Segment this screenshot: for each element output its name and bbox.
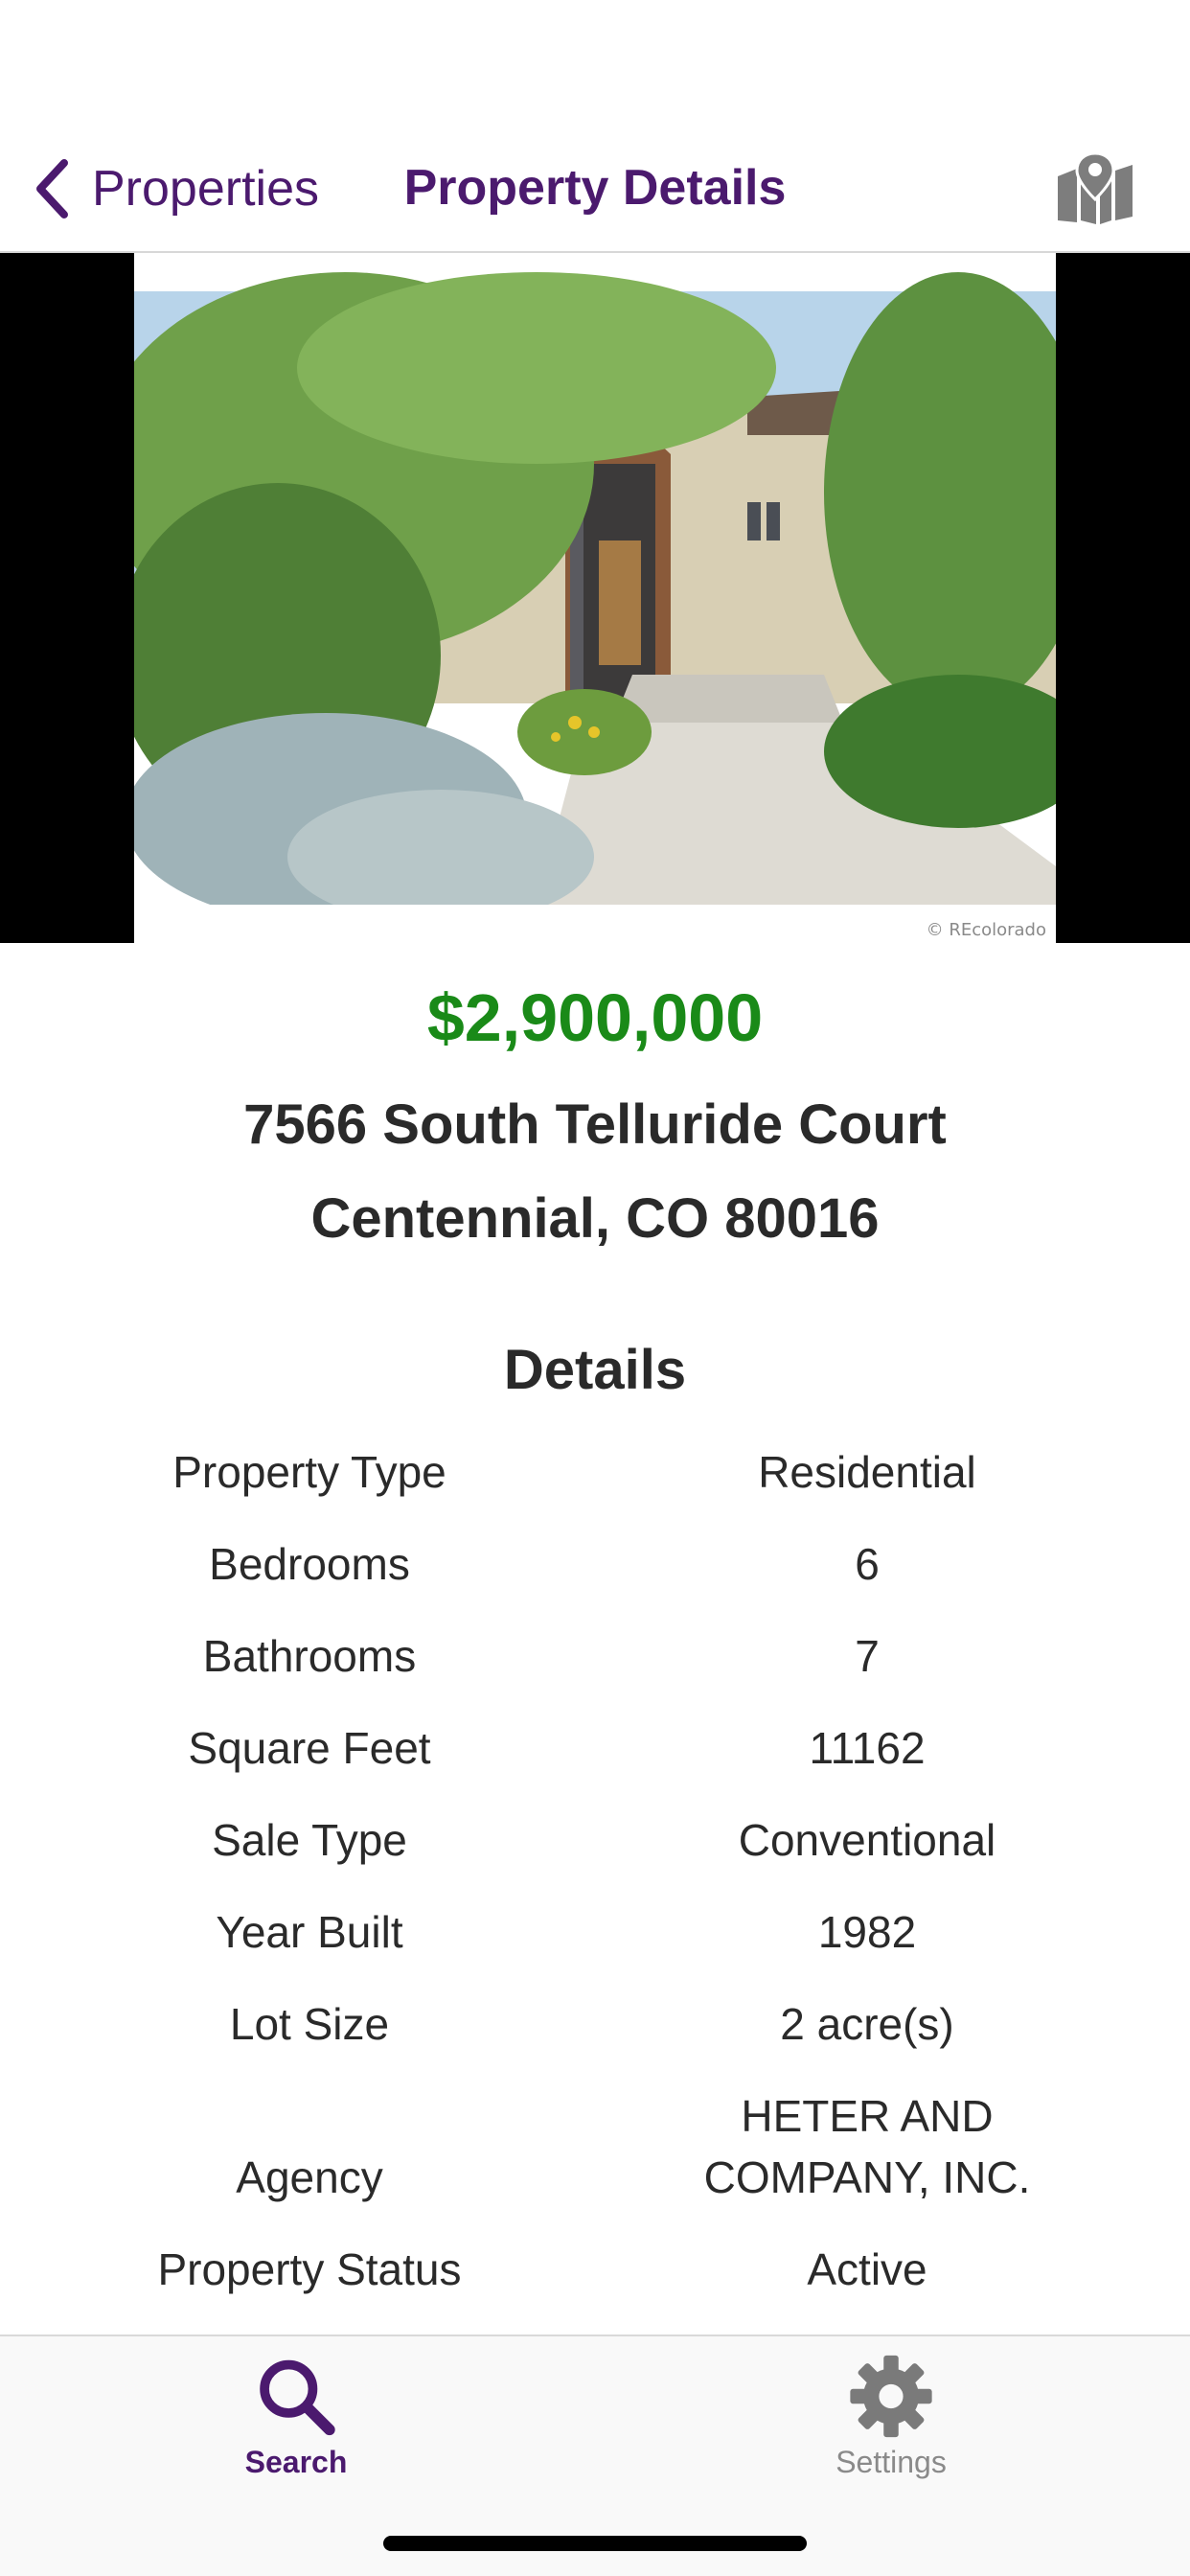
detail-label: Agency: [236, 2152, 383, 2202]
detail-value: Residential: [758, 1447, 976, 1497]
property-photo[interactable]: © REcolorado: [134, 253, 1056, 943]
detail-value: HETER AND COMPANY, INC.: [619, 2085, 1115, 2208]
detail-value: Active: [807, 2244, 927, 2294]
home-indicator[interactable]: [383, 2536, 807, 2551]
detail-value: 7: [855, 1631, 880, 1681]
detail-label: Square Feet: [188, 1723, 431, 1773]
address-city: Centennial, CO 80016: [310, 1187, 880, 1250]
detail-label: Year Built: [216, 1907, 403, 1957]
detail-row-property-status: Property Status Active: [0, 2239, 1190, 2300]
tab-search-label: Search: [244, 2445, 348, 2479]
search-icon: [260, 2359, 335, 2436]
detail-label: Property Status: [157, 2244, 462, 2294]
detail-label: Property Type: [172, 1447, 446, 1497]
detail-row-lot-size: Lot Size 2 acre(s): [0, 1993, 1190, 2055]
address-street: 7566 South Telluride Court: [243, 1093, 947, 1156]
detail-label: Bedrooms: [209, 1539, 410, 1589]
page-title: Property Details: [403, 160, 787, 216]
detail-value: 6: [855, 1539, 880, 1589]
detail-label: Lot Size: [229, 1999, 390, 2049]
detail-row-agency: Agency HETER AND COMPANY, INC.: [0, 2085, 1190, 2208]
detail-row-bedrooms: Bedrooms 6: [0, 1533, 1190, 1595]
detail-label: Sale Type: [212, 1815, 407, 1865]
detail-value: 1982: [817, 1907, 917, 1957]
detail-row-sale-type: Sale Type Conventional: [0, 1809, 1190, 1871]
detail-value: Conventional: [738, 1815, 996, 1865]
detail-label: Bathrooms: [202, 1631, 417, 1681]
tab-settings-label: Settings: [835, 2445, 947, 2479]
detail-row-property-type: Property Type Residential: [0, 1441, 1190, 1503]
detail-value: 2 acre(s): [780, 1999, 954, 2049]
tab-search[interactable]: Search: [152, 2336, 440, 2480]
details-heading: Details: [503, 1339, 687, 1401]
detail-row-square-feet: Square Feet 11162: [0, 1717, 1190, 1779]
detail-value: 11162: [809, 1723, 926, 1773]
agency-name-line2: COMPANY, INC.: [703, 2152, 1031, 2202]
listing-price: $2,900,000: [426, 980, 764, 1055]
agency-name-line1: HETER AND: [741, 2091, 994, 2141]
navigation-bar: Properties Property Details: [0, 0, 1190, 253]
map-icon[interactable]: [1056, 153, 1134, 224]
photo-watermark: © REcolorado: [927, 920, 1046, 940]
gear-icon: [850, 2355, 932, 2438]
property-details-screen: Properties Property Details © REcolorado…: [0, 0, 1190, 2576]
detail-row-bathrooms: Bathrooms 7: [0, 1625, 1190, 1687]
detail-row-year-built: Year Built 1982: [0, 1901, 1190, 1963]
property-photo-band: © REcolorado: [0, 253, 1190, 943]
tab-settings[interactable]: Settings: [747, 2336, 1035, 2480]
